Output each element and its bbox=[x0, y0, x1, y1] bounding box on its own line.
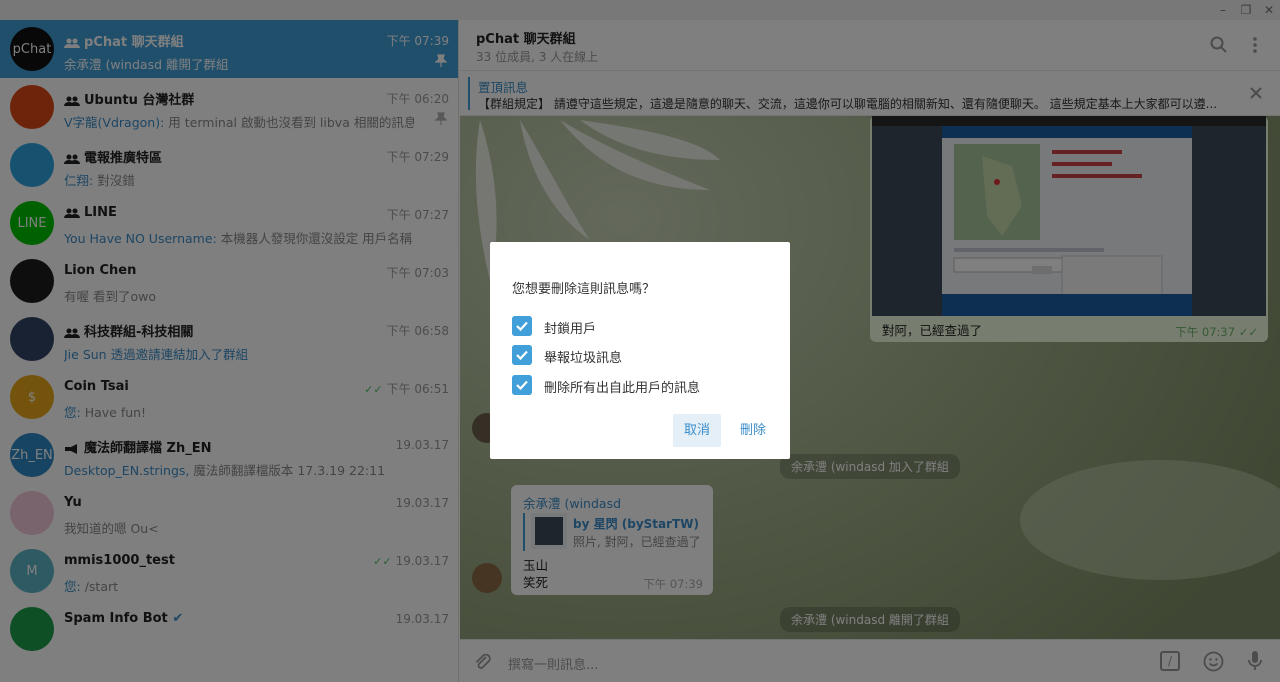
report-spam-label: 舉報垃圾訊息 bbox=[544, 351, 623, 366]
cancel-button[interactable]: 取消 bbox=[673, 414, 721, 447]
dialog-title: 您想要刪除這則訊息嗎？ bbox=[512, 282, 656, 297]
ban-user-label: 封鎖用戶 bbox=[544, 322, 597, 337]
checkbox-checked-icon[interactable] bbox=[512, 316, 532, 336]
delete-message-dialog: 您想要刪除這則訊息嗎？ 封鎖用戶 舉報垃圾訊息 刪除所有出自此用戶的訊息 取消 … bbox=[490, 242, 790, 459]
delete-button[interactable]: 刪除 bbox=[732, 414, 774, 447]
checkbox-checked-icon[interactable] bbox=[512, 345, 532, 365]
checkbox-checked-icon[interactable] bbox=[512, 375, 532, 395]
delete-all-label: 刪除所有出自此用戶的訊息 bbox=[544, 381, 701, 396]
